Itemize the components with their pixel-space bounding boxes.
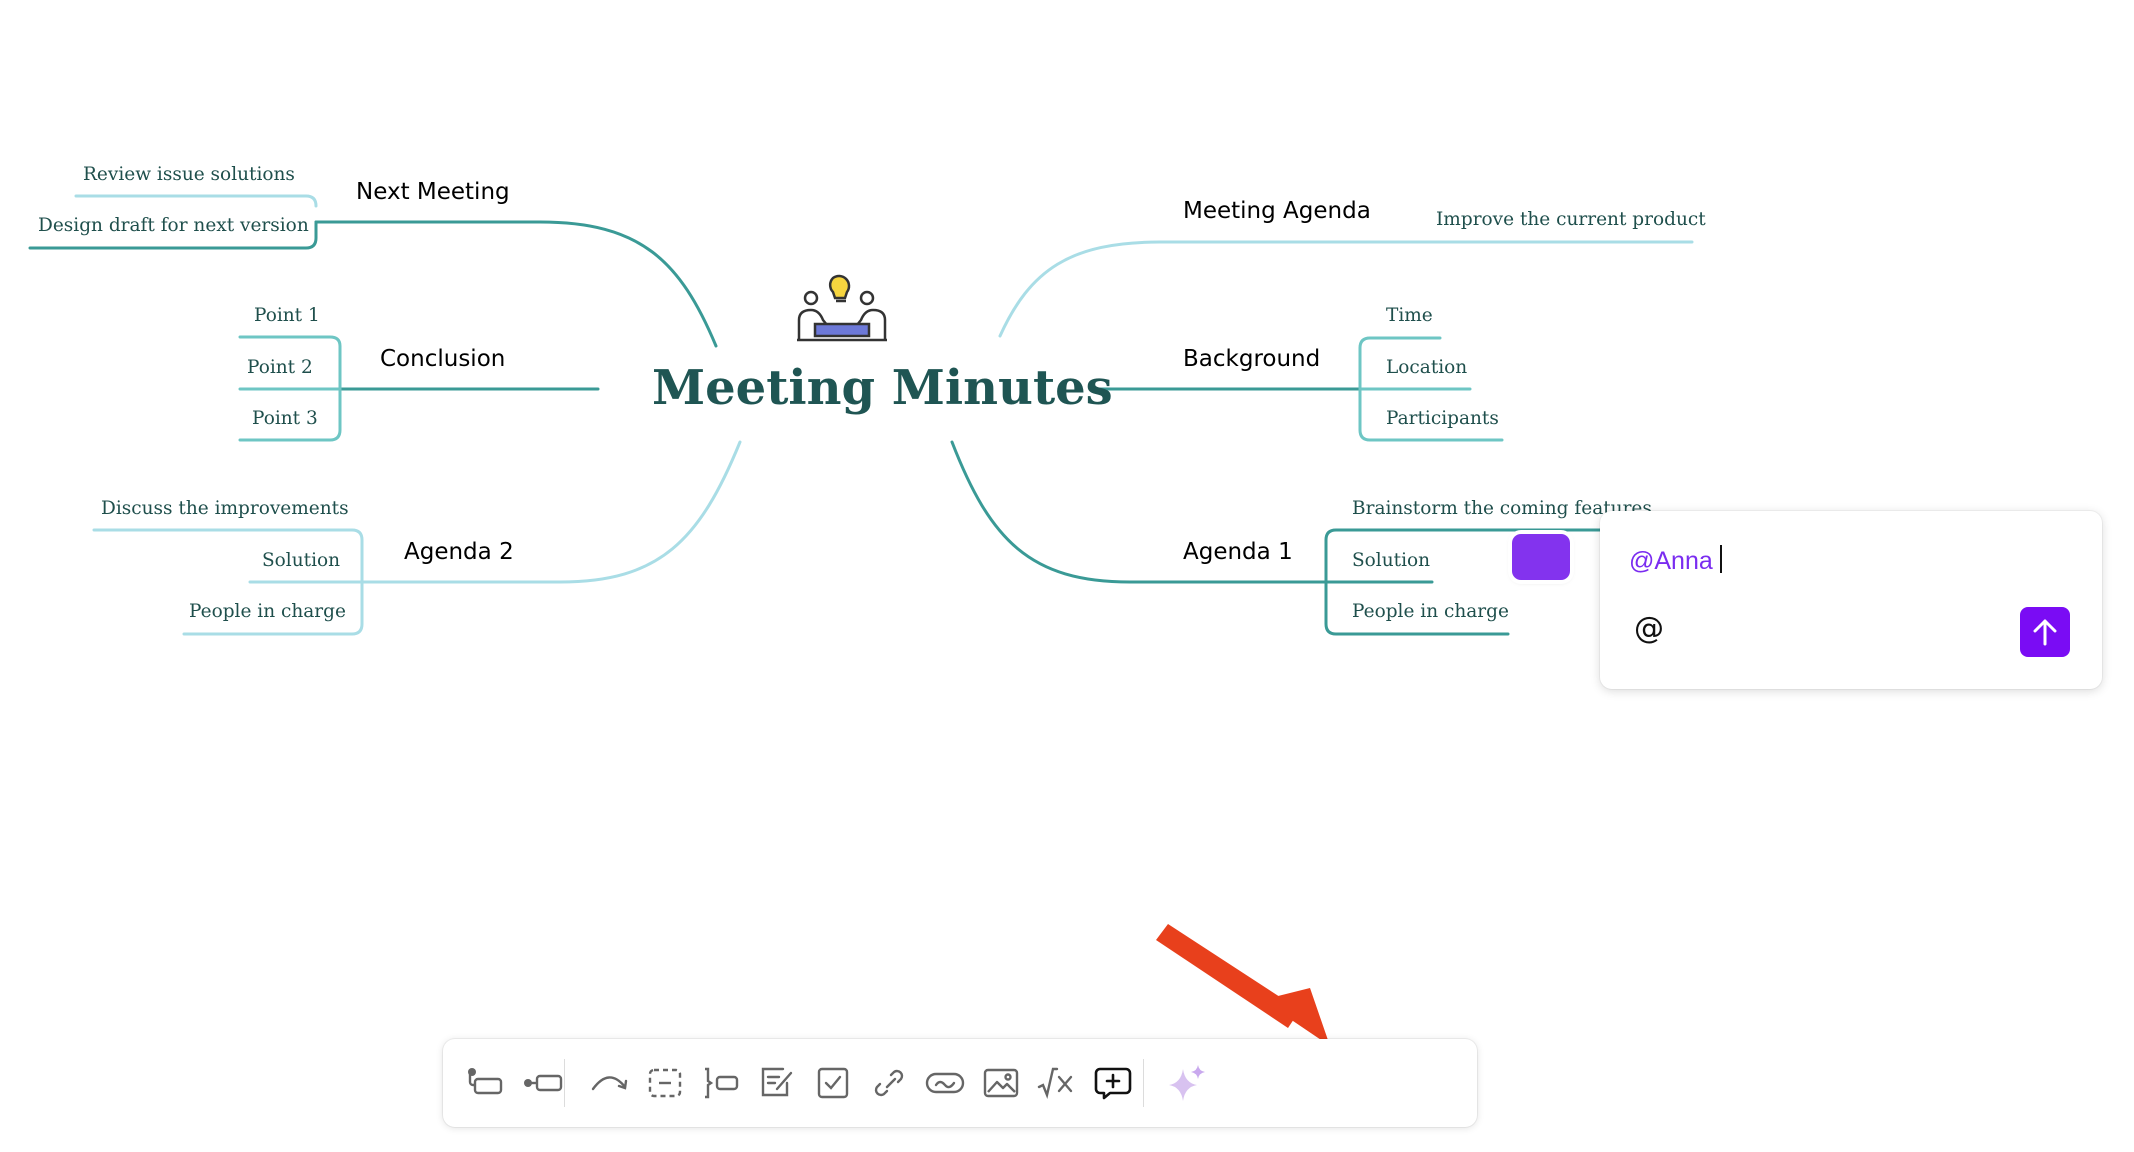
topic-meeting-agenda[interactable]: Meeting Agenda <box>1183 200 1371 223</box>
subtopic-discuss-improvements[interactable]: Discuss the improvements <box>101 499 349 519</box>
task-icon <box>817 1067 849 1099</box>
topic-background[interactable]: Background <box>1183 348 1320 371</box>
subtopic-people-in-charge-agenda1[interactable]: People in charge <box>1352 602 1509 622</box>
subtopic-people-in-charge-agenda2[interactable]: People in charge <box>189 602 346 622</box>
insert-sibling-button[interactable] <box>521 1061 565 1105</box>
topic-conclusion[interactable]: Conclusion <box>380 348 505 371</box>
note-icon <box>761 1067 793 1097</box>
subtopic-point-1[interactable]: Point 1 <box>254 306 320 326</box>
send-comment-button[interactable] <box>2020 607 2070 657</box>
insert-child-button[interactable] <box>465 1061 509 1105</box>
subtopic-review-issue-solutions[interactable]: Review issue solutions <box>83 165 295 185</box>
comment-icon <box>1094 1067 1132 1100</box>
embed-link-button[interactable] <box>923 1061 967 1105</box>
topic-agenda-1[interactable]: Agenda 1 <box>1183 541 1293 564</box>
insert-child-icon <box>468 1068 503 1095</box>
comment-input-mention[interactable]: @Anna <box>1629 547 1713 576</box>
meeting-people-lightbulb-icon <box>797 274 887 346</box>
equation-icon <box>1037 1067 1073 1100</box>
link-icon <box>874 1069 904 1097</box>
image-icon <box>983 1068 1019 1098</box>
subtopic-location[interactable]: Location <box>1386 358 1467 378</box>
subtopic-solution-agenda2[interactable]: Solution <box>262 551 340 571</box>
branch-line-meeting-agenda <box>998 240 1694 338</box>
branch-line-next-meeting <box>314 220 718 348</box>
subtopic-improve-product[interactable]: Improve the current product <box>1436 210 1706 230</box>
comment-avatar <box>1512 534 1570 580</box>
image-button[interactable] <box>979 1061 1023 1105</box>
subtopic-time[interactable]: Time <box>1386 306 1433 326</box>
topic-next-meeting[interactable]: Next Meeting <box>356 181 510 204</box>
text-cursor <box>1720 545 1722 573</box>
pointer-arrow <box>1156 924 1330 1046</box>
relationship-button[interactable] <box>587 1061 631 1105</box>
insert-sibling-icon <box>524 1074 563 1092</box>
subtopic-participants[interactable]: Participants <box>1386 409 1499 429</box>
topic-agenda-2[interactable]: Agenda 2 <box>404 541 514 564</box>
summary-button[interactable] <box>699 1061 743 1105</box>
relationship-icon <box>591 1076 628 1091</box>
embed-link-icon <box>925 1072 965 1094</box>
mention-at-button[interactable]: @ <box>1634 611 1664 646</box>
link-button[interactable] <box>867 1061 911 1105</box>
leaf-line-next-meeting-1 <box>74 194 318 208</box>
boundary-button[interactable] <box>643 1061 687 1105</box>
summary-icon <box>705 1067 739 1099</box>
boundary-icon <box>648 1068 682 1098</box>
ai-sparkle-icon <box>1169 1065 1205 1101</box>
central-topic[interactable]: Meeting Minutes <box>652 364 1113 412</box>
subtopic-solution-agenda1[interactable]: Solution <box>1352 551 1430 571</box>
equation-button[interactable] <box>1035 1061 1079 1105</box>
note-button[interactable] <box>755 1061 799 1105</box>
ai-assistant-button[interactable] <box>1165 1061 1209 1105</box>
arrow-up-icon <box>2033 619 2057 646</box>
subtopic-design-draft[interactable]: Design draft for next version <box>38 216 309 236</box>
subtopic-point-2[interactable]: Point 2 <box>247 358 313 378</box>
task-button[interactable] <box>811 1061 855 1105</box>
bottom-toolbar <box>443 1039 1477 1127</box>
comment-button[interactable] <box>1091 1061 1135 1105</box>
subtopic-point-3[interactable]: Point 3 <box>252 409 318 429</box>
comment-popup: @Anna @ <box>1600 511 2102 689</box>
